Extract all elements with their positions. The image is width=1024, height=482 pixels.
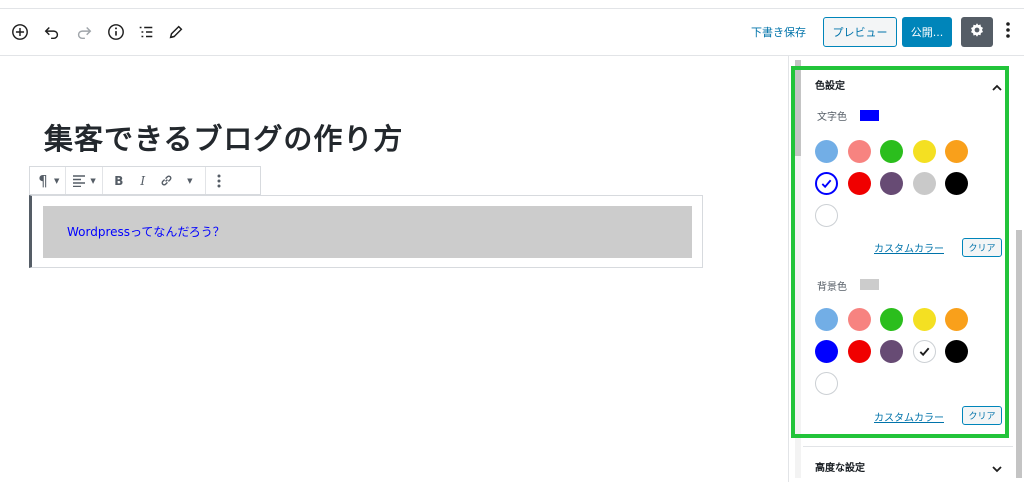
- paragraph-icon: ¶: [38, 171, 48, 190]
- redo-icon[interactable]: [74, 22, 94, 42]
- link-icon[interactable]: [157, 174, 177, 187]
- paragraph-block[interactable]: Wordpressってなんだろう？: [43, 206, 692, 258]
- edit-mode-icon[interactable]: [166, 22, 186, 42]
- align-left-icon: [72, 174, 86, 187]
- vertical-ellipsis-icon: [1006, 22, 1010, 42]
- add-block-icon[interactable]: [10, 22, 30, 42]
- post-title[interactable]: 集客できるブログの作り方: [44, 116, 403, 158]
- chevron-down-icon[interactable]: [991, 460, 1003, 473]
- more-formats-caret-icon[interactable]: ▼: [181, 177, 199, 185]
- align-dropdown[interactable]: ▼: [66, 167, 103, 194]
- block-options-button[interactable]: [206, 167, 232, 194]
- block-type-switcher[interactable]: ¶ ▼: [30, 167, 67, 194]
- list-view-icon[interactable]: [136, 22, 156, 42]
- format-group: B I ▼: [103, 167, 206, 194]
- panel-divider: [803, 446, 1013, 447]
- caret-down-icon: ▼: [90, 176, 96, 185]
- preview-button[interactable]: プレビュー: [823, 17, 897, 47]
- settings-button[interactable]: [961, 17, 993, 47]
- paragraph-text[interactable]: Wordpressってなんだろう？: [67, 223, 225, 240]
- italic-button[interactable]: I: [133, 174, 153, 188]
- sidebar-scrollbar-thumb[interactable]: [1016, 230, 1022, 478]
- info-icon[interactable]: [106, 22, 126, 42]
- editor-header: 下書き保存 プレビュー 公開...: [0, 8, 1024, 56]
- save-draft-button[interactable]: 下書き保存: [751, 24, 806, 40]
- highlight-annotation-box: [791, 66, 1009, 438]
- bold-button[interactable]: B: [109, 174, 129, 188]
- vertical-ellipsis-icon: [212, 174, 226, 188]
- block-toolbar: ¶ ▼ ▼ B I ▼: [29, 166, 261, 195]
- more-menu-button[interactable]: [1000, 19, 1016, 45]
- publish-button[interactable]: 公開...: [902, 17, 952, 47]
- advanced-panel-title[interactable]: 高度な設定: [815, 459, 865, 474]
- caret-down-icon: ▼: [54, 176, 60, 185]
- gear-icon: [969, 22, 985, 42]
- undo-icon[interactable]: [42, 22, 62, 42]
